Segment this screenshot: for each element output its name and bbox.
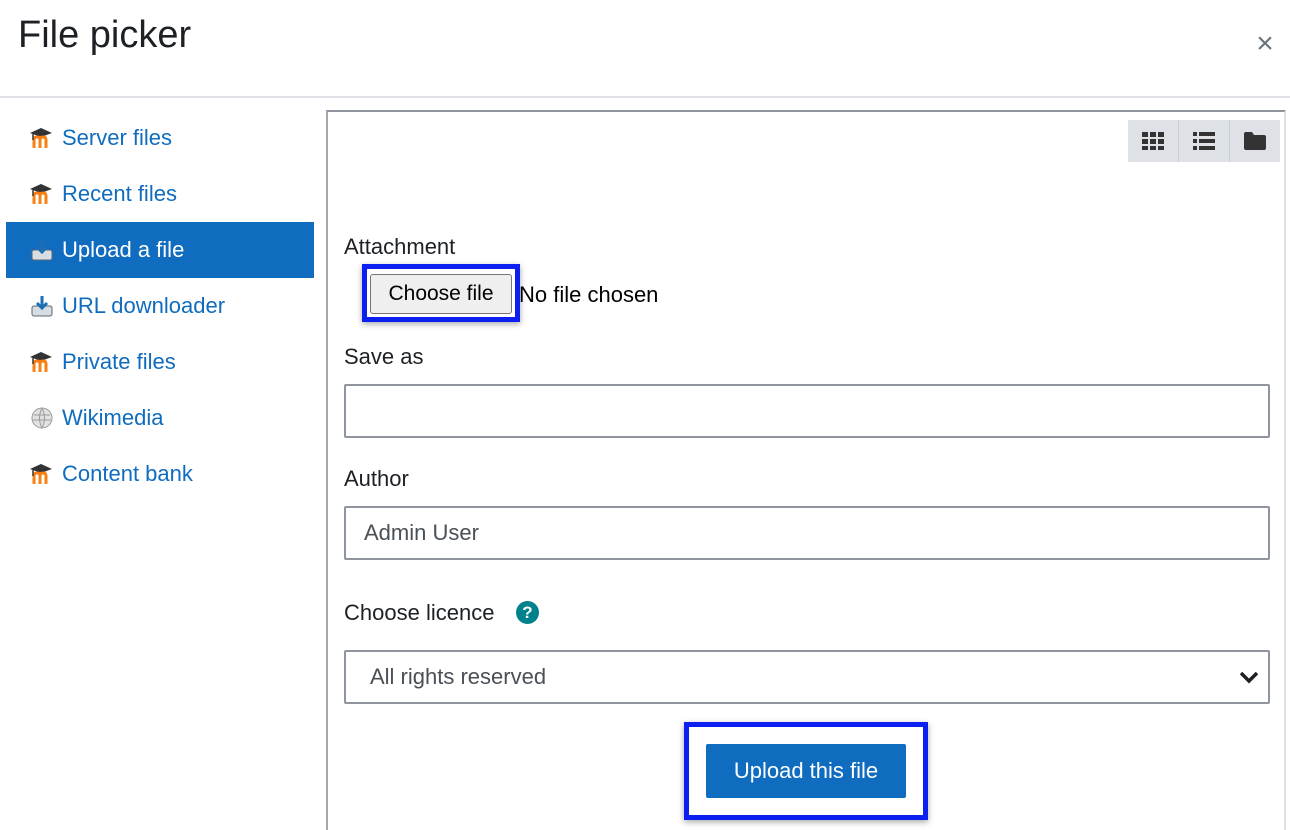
attachment-label: Attachment [344, 234, 456, 259]
moodle-icon [28, 124, 56, 152]
url-downloader-icon [28, 292, 56, 320]
chevron-down-icon [1238, 666, 1260, 694]
help-icon[interactable]: ? [516, 601, 539, 624]
sidebar-item-label: Upload a file [62, 237, 185, 262]
sidebar-item-server-files[interactable]: Server files [6, 110, 314, 166]
view-switcher [1128, 120, 1280, 162]
sidebar-item-upload-a-file[interactable]: Upload a file [6, 222, 314, 278]
save-as-input[interactable] [344, 384, 1270, 438]
grid-view-icon[interactable] [1128, 120, 1179, 162]
repository-sidebar: Server files Recent files Upload a file … [6, 110, 314, 502]
sidebar-item-label: Content bank [62, 461, 193, 486]
sidebar-item-content-bank[interactable]: Content bank [6, 446, 314, 502]
no-file-chosen-text: No file chosen [519, 282, 659, 307]
choose-file-button[interactable]: Choose file [370, 274, 512, 314]
sidebar-item-recent-files[interactable]: Recent files [6, 166, 314, 222]
licence-selected-value: All rights reserved [370, 664, 547, 689]
tree-view-icon[interactable] [1230, 120, 1280, 162]
wikimedia-globe-icon [28, 404, 56, 432]
sidebar-item-label: Server files [62, 125, 173, 150]
moodle-icon [28, 348, 56, 376]
sidebar-item-url-downloader[interactable]: URL downloader [6, 278, 314, 334]
sidebar-item-label: Wikimedia [62, 405, 164, 430]
sidebar-item-private-files[interactable]: Private files [6, 334, 314, 390]
panel-toolbar [328, 112, 1284, 171]
upload-repository-icon [28, 236, 56, 264]
licence-select[interactable]: All rights reserved [344, 650, 1270, 704]
author-input[interactable]: Admin User [344, 506, 1270, 560]
sidebar-item-wikimedia[interactable]: Wikimedia [6, 390, 314, 446]
sidebar-item-label: Recent files [62, 181, 177, 206]
moodle-icon [28, 180, 56, 208]
sidebar-item-label: URL downloader [62, 293, 226, 318]
dialog-title: File picker [18, 14, 192, 56]
moodle-icon [28, 460, 56, 488]
dialog-header: File picker × [0, 0, 1290, 98]
save-as-label: Save as [344, 344, 424, 369]
close-icon[interactable]: × [1250, 26, 1280, 62]
list-view-icon[interactable] [1179, 120, 1230, 162]
upload-this-file-button[interactable]: Upload this file [706, 744, 906, 798]
sidebar-item-label: Private files [62, 349, 176, 374]
author-label: Author [344, 466, 409, 491]
licence-label: Choose licence [344, 600, 495, 625]
